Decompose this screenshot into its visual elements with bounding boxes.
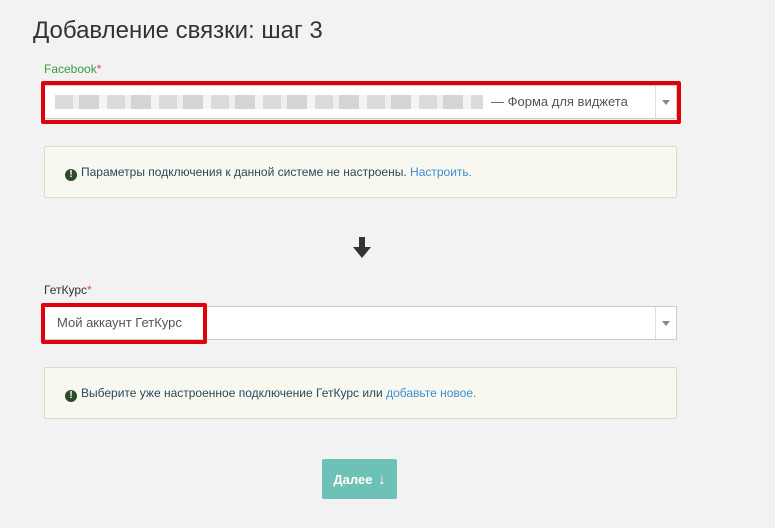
add-new-connection-link[interactable]: добавьте новое. [386, 386, 476, 400]
getcourse-connection-alert: ! Выберите уже настроенное подключение Ге… [44, 367, 677, 419]
exclamation-circle-icon: ! [65, 169, 77, 181]
getcourse-selected-value: Мой аккаунт ГетКурс [57, 315, 182, 330]
next-button-label: Далее [333, 471, 373, 487]
configure-link[interactable]: Настроить. [410, 165, 472, 179]
facebook-alert-text: Параметры подключения к данной системе н… [81, 165, 407, 179]
redacted-account-name [55, 95, 483, 109]
arrow-down-icon [353, 237, 371, 258]
next-button[interactable]: Далее ↓ [322, 459, 397, 499]
page-title: Добавление связки: шаг 3 [33, 17, 323, 44]
caret-down-icon[interactable] [655, 307, 676, 339]
facebook-connection-alert: ! Параметры подключения к данной системе … [44, 146, 677, 198]
facebook-form-select[interactable]: — Форма для виджета [44, 85, 677, 119]
getcourse-field-label: ГетКурс* [44, 282, 92, 298]
getcourse-label-text: ГетКурс [44, 283, 87, 297]
facebook-field-label: Facebook* [44, 61, 101, 77]
facebook-label-text: Facebook [44, 62, 97, 76]
getcourse-account-select[interactable]: Мой аккаунт ГетКурс [44, 306, 677, 340]
required-mark: * [87, 283, 92, 297]
arrow-down-small-icon: ↓ [378, 470, 386, 488]
required-mark: * [96, 62, 102, 76]
caret-down-icon[interactable] [655, 86, 676, 118]
exclamation-circle-icon: ! [65, 390, 77, 402]
getcourse-alert-text: Выберите уже настроенное подключение Гет… [81, 386, 383, 400]
facebook-selected-value: — Форма для виджета [491, 94, 628, 109]
